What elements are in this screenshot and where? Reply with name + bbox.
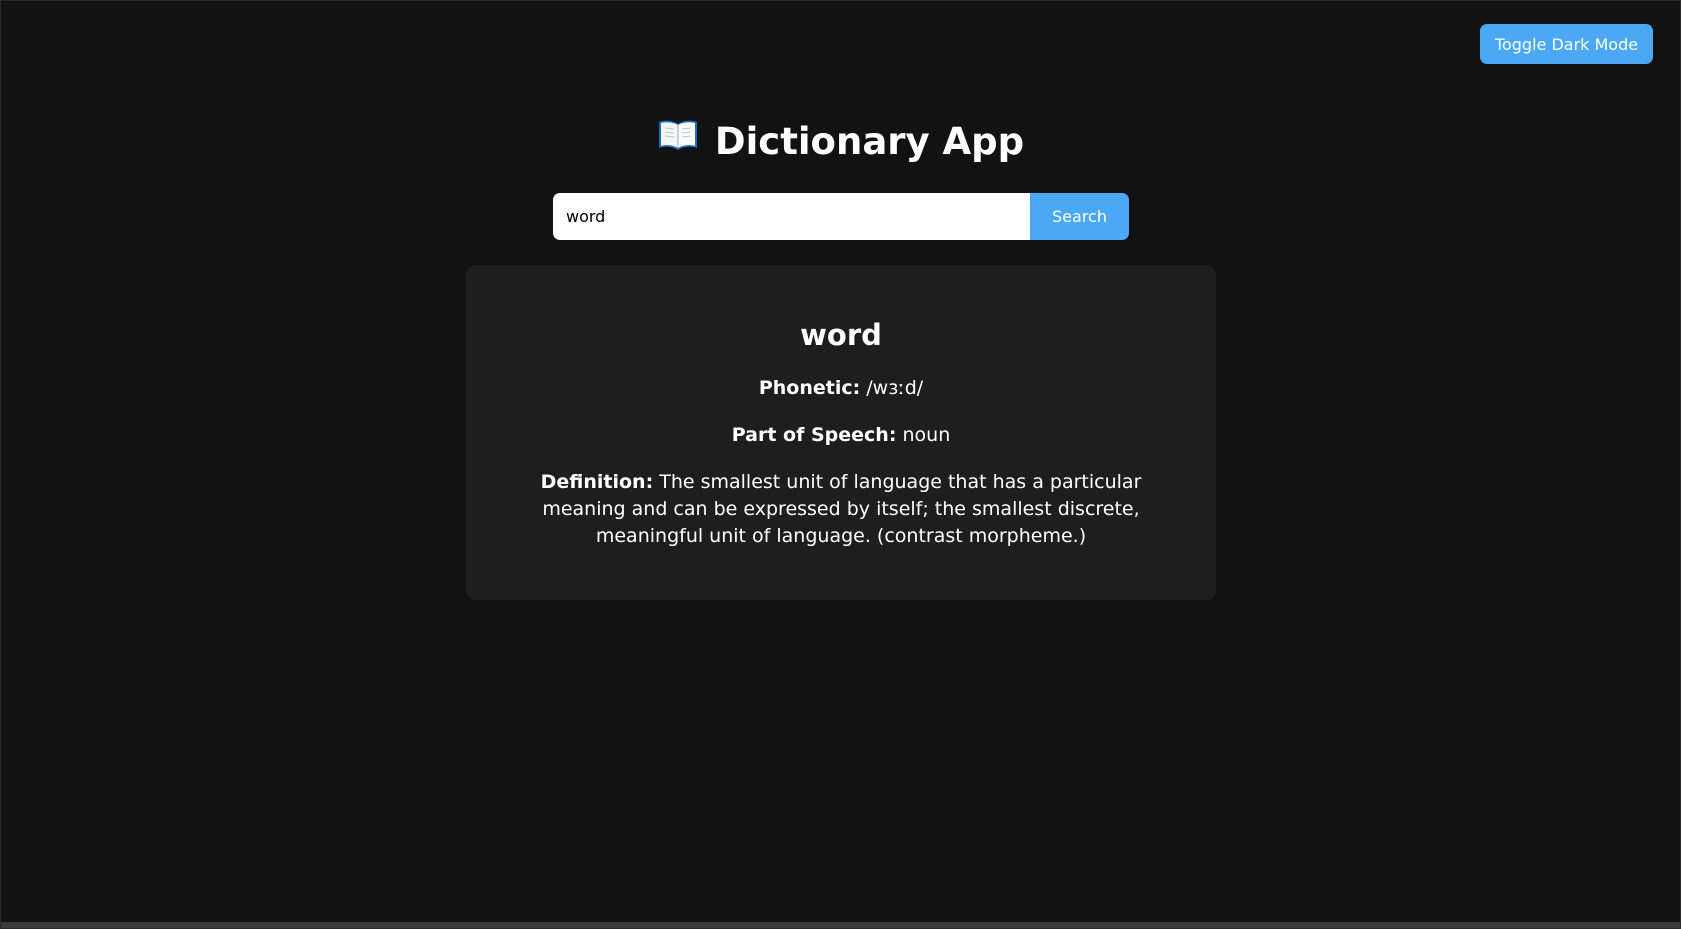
phonetic-label: Phonetic:: [758, 377, 861, 399]
result-word: word: [800, 318, 882, 352]
search-button[interactable]: Search: [1030, 193, 1129, 240]
toggle-dark-mode-button[interactable]: Toggle Dark Mode: [1480, 24, 1653, 64]
bottom-divider: [1, 922, 1680, 928]
search-bar: Search: [553, 193, 1129, 240]
part-of-speech-value: noun: [902, 424, 951, 446]
search-input[interactable]: [553, 193, 1030, 240]
definition-row: Definition: The smallest unit of languag…: [500, 469, 1182, 550]
part-of-speech-label: Part of Speech:: [731, 424, 897, 446]
open-book-icon: [657, 112, 699, 170]
definition-label: Definition:: [540, 471, 654, 493]
page-title: Dictionary App: [1, 113, 1680, 173]
page-title-text: Dictionary App: [714, 120, 1025, 163]
phonetic-value: /wɜːd/: [866, 377, 924, 399]
part-of-speech-row: Part of Speech: noun: [500, 422, 1182, 449]
result-card: word Phonetic: /wɜːd/ Part of Speech: no…: [466, 265, 1216, 600]
phonetic-row: Phonetic: /wɜːd/: [500, 375, 1182, 402]
